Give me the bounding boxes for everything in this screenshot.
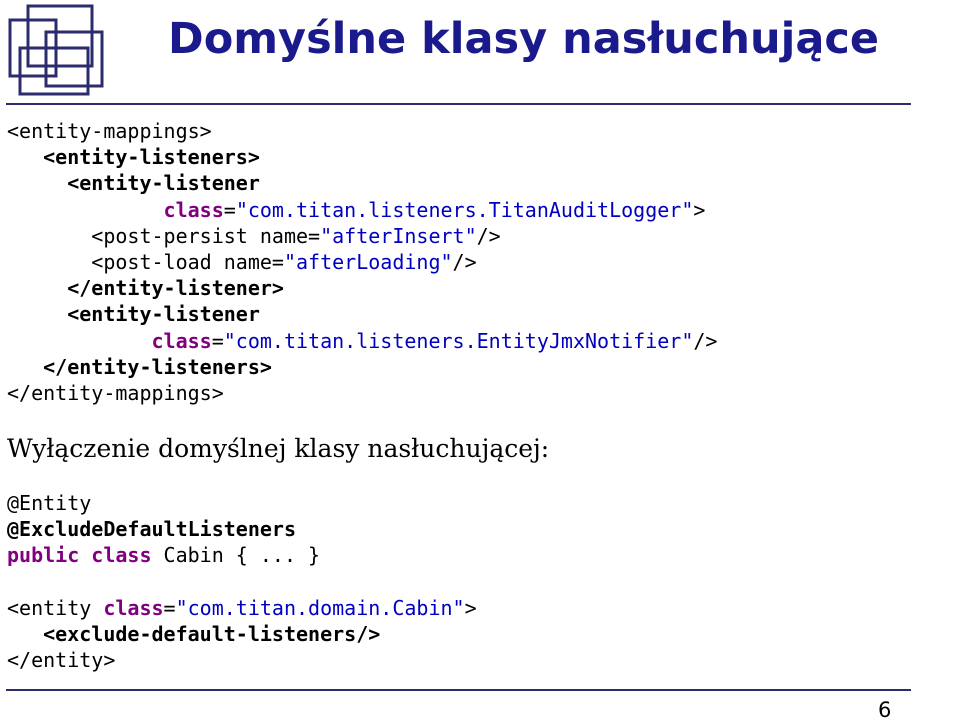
code-token-keyword: class — [163, 197, 224, 222]
logo-square-3 — [44, 30, 104, 88]
code-line: <entity-mappings> — [7, 118, 717, 144]
code-token-plain: <entity — [7, 596, 104, 620]
code-line: <post-load name="afterLoading"/> — [7, 249, 717, 275]
code-token-plain: = — [223, 197, 236, 222]
code-token-bold: <entity-listeners> — [43, 145, 260, 170]
code-token-bold: <entity-listener — [67, 302, 260, 327]
code-line: </entity-listeners> — [7, 354, 717, 380]
code-token-bold: @ExcludeDefaultListeners — [7, 517, 296, 542]
code-line: class="com.titan.listeners.TitanAuditLog… — [7, 197, 717, 223]
nested-squares-logo-icon — [8, 4, 104, 96]
code-token-plain: @Entity — [7, 491, 92, 515]
code-line: </entity> — [7, 647, 477, 673]
code-line: <entity-listener — [7, 301, 717, 327]
code-token-value: "com.titan.listeners.EntityJmxNotifier" — [223, 328, 694, 353]
code-line: @Entity — [7, 490, 320, 516]
code-token-keyword: class — [103, 596, 164, 620]
code-token-plain: Cabin { ... } — [151, 543, 321, 568]
code-token-plain: > — [693, 197, 706, 222]
code-token-keyword: class — [151, 328, 212, 353]
xml-entity-mappings-code: <entity-mappings> <entity-listeners> <en… — [7, 118, 717, 406]
bottom-divider — [6, 689, 911, 691]
code-token-plain: = — [163, 596, 176, 620]
code-token-plain: > — [464, 596, 477, 620]
code-token-bold: <entity-listener — [67, 171, 260, 196]
code-token-bold: </entity-listener> — [67, 276, 284, 301]
code-token-value: "afterInsert" — [320, 223, 477, 248]
code-line: </entity-mappings> — [7, 380, 717, 406]
code-token-plain: <post-persist name= — [91, 223, 321, 248]
code-token-bold: <exclude-default-listeners/> — [43, 622, 381, 647]
code-line: <entity-listener — [7, 170, 717, 196]
java-annotation-code: @Entity @ExcludeDefaultListeners public cl… — [7, 490, 320, 569]
top-divider — [6, 103, 911, 105]
code-token-plain: /> — [476, 223, 501, 248]
code-line: <entity class="com.titan.domain.Cabin"> — [7, 595, 477, 621]
code-token-plain: </entity-mappings> — [7, 380, 224, 405]
code-line: <exclude-default-listeners/> — [7, 621, 477, 647]
code-line: <post-persist name="afterInsert"/> — [7, 223, 717, 249]
code-token-value: "com.titan.domain.Cabin" — [175, 596, 465, 620]
code-token-plain: /> — [452, 249, 477, 274]
code-token-bold: </entity-listeners> — [43, 354, 272, 379]
page-title: Domyślne klasy nasłuchujące — [168, 14, 880, 64]
code-token-plain: /> — [693, 328, 718, 353]
code-token-value: "com.titan.listeners.TitanAuditLogger" — [235, 197, 694, 222]
page-number: 6 — [878, 698, 892, 722]
code-line: </entity-listener> — [7, 275, 717, 301]
code-token-plain: </entity> — [7, 648, 116, 673]
code-token-plain: = — [211, 328, 224, 353]
logo-square-2 — [26, 4, 94, 68]
code-line: <entity-listeners> — [7, 144, 717, 170]
code-token-keyword: public class — [7, 543, 152, 568]
code-line: class="com.titan.listeners.EntityJmxNoti… — [7, 328, 718, 354]
xml-exclude-listeners-code: <entity class="com.titan.domain.Cabin"> … — [7, 595, 477, 674]
code-line: public class Cabin { ... } — [7, 542, 320, 568]
code-token-plain: <post-load name= — [91, 249, 284, 274]
code-token-plain: <entity-mappings> — [7, 119, 212, 143]
section-heading: Wyłączenie domyślnej klasy nasłuchującej… — [7, 434, 550, 463]
code-token-value: "afterLoading" — [283, 249, 453, 274]
code-line: @ExcludeDefaultListeners — [7, 516, 320, 542]
logo-squares — [8, 4, 104, 96]
